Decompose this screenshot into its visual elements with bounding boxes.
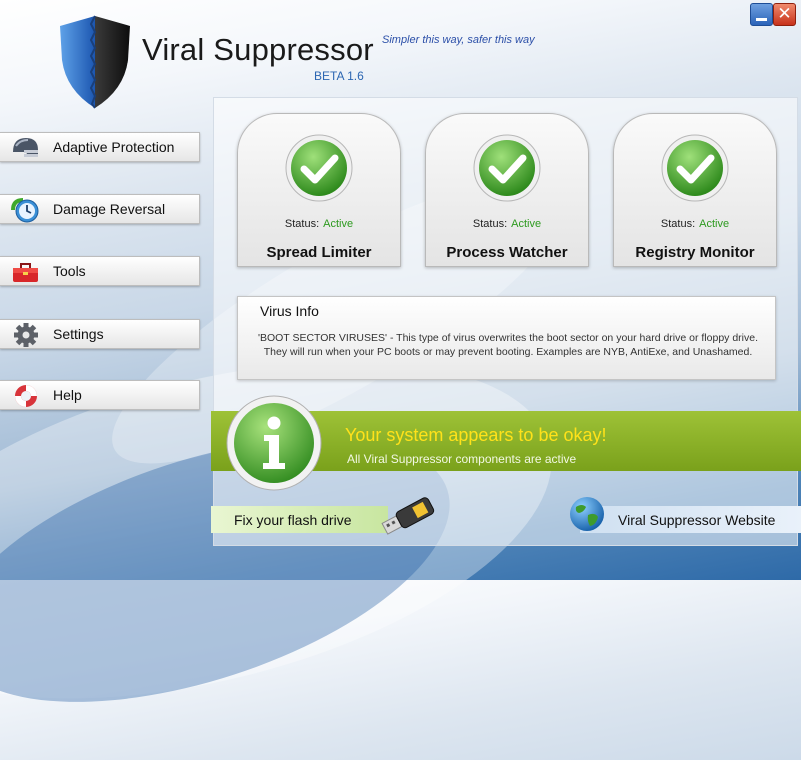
lifebuoy-icon — [15, 385, 37, 407]
close-button[interactable]: ✕ — [773, 3, 796, 26]
fix-flash-drive-button[interactable]: Fix your flash drive — [211, 506, 388, 533]
gear-icon — [14, 323, 38, 347]
sidebar-item-adaptive-protection[interactable]: Adaptive Protection — [0, 132, 200, 162]
status-subtext: All Viral Suppressor components are acti… — [347, 452, 577, 466]
globe-icon[interactable] — [568, 495, 606, 533]
sidebar-item-help[interactable]: Help — [0, 380, 200, 410]
minimize-button[interactable] — [750, 3, 773, 26]
module-title: Registry Monitor — [635, 244, 755, 261]
check-icon — [661, 134, 729, 202]
status-label: Status: — [284, 218, 320, 230]
module-title: Spread Limiter — [266, 244, 372, 261]
sidebar-item-settings[interactable]: Settings — [0, 319, 200, 349]
virus-info-title: Virus Info — [260, 303, 319, 319]
tagline: Simpler this way, safer this way — [382, 34, 535, 46]
sidebar-item-damage-reversal[interactable]: Damage Reversal — [0, 194, 200, 224]
module-status: Status: Active — [238, 218, 400, 230]
status-label: Status: — [472, 218, 508, 230]
status-headline: Your system appears to be okay! — [345, 425, 607, 445]
module-title: Process Watcher — [446, 244, 568, 261]
shield-logo-icon — [60, 15, 130, 109]
helmet-icon — [13, 138, 38, 157]
website-button[interactable]: Viral Suppressor Website — [580, 506, 801, 533]
virus-info-text: 'BOOT SECTOR VIRUSES' - This type of vir… — [257, 332, 759, 358]
sidebar-item-label: Damage Reversal — [53, 201, 166, 217]
module-card-process-watcher[interactable]: Status: Active Process Watcher — [425, 113, 589, 267]
status-label: Status: — [660, 218, 696, 230]
status-value: Active — [699, 218, 730, 230]
module-card-spread-limiter[interactable]: Status: Active Spread Limiter — [237, 113, 401, 267]
app-version: BETA 1.6 — [314, 69, 364, 83]
module-status: Status: Active — [426, 218, 588, 230]
sidebar-item-label: Settings — [53, 326, 104, 342]
usb-drive-icon[interactable] — [378, 493, 444, 539]
module-status: Status: Active — [614, 218, 776, 230]
sidebar-item-tools[interactable]: Tools — [0, 256, 200, 286]
website-label: Viral Suppressor Website — [618, 512, 776, 528]
virus-info-panel: Virus Info 'BOOT SECTOR VIRUSES' - This … — [237, 296, 776, 380]
check-icon — [285, 134, 353, 202]
sidebar-item-label: Tools — [53, 263, 86, 279]
info-icon — [226, 395, 322, 491]
toolbox-icon — [13, 263, 38, 282]
app-title: Viral Suppressor — [142, 32, 374, 67]
fix-flash-drive-label: Fix your flash drive — [234, 512, 352, 528]
sidebar-item-label: Help — [53, 387, 82, 403]
module-card-registry-monitor[interactable]: Status: Active Registry Monitor — [613, 113, 777, 267]
clock-restore-icon — [11, 198, 39, 223]
check-icon — [473, 134, 541, 202]
status-value: Active — [511, 218, 542, 230]
sidebar-item-label: Adaptive Protection — [53, 139, 175, 155]
status-value: Active — [323, 218, 354, 230]
